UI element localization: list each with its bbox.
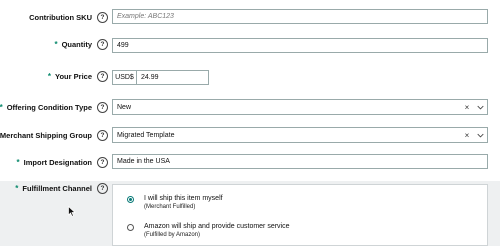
fulfillment-option-amazon[interactable]: Amazon will ship and provide customer se…: [127, 223, 290, 238]
condition-select[interactable]: New ×: [112, 99, 488, 115]
condition-value: New: [117, 103, 132, 111]
fulfillment-option-text: I will ship this item myself (Merchant F…: [144, 195, 223, 210]
sku-placeholder: Example: ABC123: [117, 13, 174, 20]
condition-row: * Offering Condition Type ? New ×: [0, 99, 500, 115]
quantity-input[interactable]: 499: [112, 38, 488, 53]
currency-label: USD$: [113, 71, 137, 84]
clear-icon[interactable]: ×: [461, 131, 473, 140]
chevron-down-icon[interactable]: [473, 133, 487, 138]
import-designation-label-group: * Import Designation ?: [17, 157, 108, 168]
fulfillment-option-subtitle: (Merchant Fulfilled): [144, 204, 196, 210]
import-designation-row: * Import Designation ? Made in the USA: [0, 154, 500, 169]
price-input-group: USD$ 24.99: [112, 70, 209, 85]
radio-selected[interactable]: [127, 196, 134, 203]
sku-label: Contribution SKU: [29, 13, 92, 22]
fulfillment-option-merchant[interactable]: I will ship this item myself (Merchant F…: [127, 195, 223, 210]
price-label-group: * Your Price ?: [48, 71, 108, 82]
shipping-group-label-group: * Merchant Shipping Group ?: [0, 130, 108, 141]
quantity-row: * Quantity ? 499: [0, 38, 500, 53]
fulfillment-option-subtitle: (Fulfilled by Amazon): [144, 232, 201, 238]
required-asterisk: *: [0, 103, 3, 112]
help-icon[interactable]: ?: [97, 130, 108, 141]
shipping-group-select[interactable]: Migrated Template ×: [112, 127, 488, 143]
import-designation-input[interactable]: Made in the USA: [112, 154, 488, 169]
condition-label-group: * Offering Condition Type ?: [0, 102, 108, 113]
required-asterisk: *: [54, 40, 58, 49]
clear-icon[interactable]: ×: [461, 103, 473, 112]
required-asterisk: *: [15, 184, 19, 193]
fulfillment-option-text: Amazon will ship and provide customer se…: [144, 223, 290, 238]
quantity-label: Quantity: [61, 40, 92, 49]
fulfillment-options: I will ship this item myself (Merchant F…: [112, 184, 488, 246]
sku-row: Contribution SKU ? Example: ABC123: [0, 9, 500, 24]
mouse-cursor-icon: [68, 206, 76, 217]
fulfillment-option-title: I will ship this item myself: [144, 195, 223, 202]
required-asterisk: *: [47, 72, 52, 81]
fulfillment-label: Fulfillment Channel: [22, 184, 92, 193]
shipping-group-value: Migrated Template: [117, 131, 175, 139]
help-icon[interactable]: ?: [97, 39, 108, 50]
fulfillment-label-group: * Fulfillment Channel ?: [15, 183, 108, 194]
quantity-label-group: * Quantity ?: [54, 39, 108, 50]
help-icon[interactable]: ?: [97, 157, 108, 168]
help-icon[interactable]: ?: [97, 183, 108, 194]
sku-input[interactable]: Example: ABC123: [112, 9, 488, 24]
offer-form: Contribution SKU ? Example: ABC123 * Qua…: [0, 0, 500, 246]
help-icon[interactable]: ?: [97, 12, 108, 23]
condition-label: Offering Condition Type: [6, 103, 92, 112]
sku-label-group: Contribution SKU ?: [29, 12, 108, 23]
price-label: Your Price: [55, 72, 92, 81]
import-designation-value: Made in the USA: [117, 158, 170, 165]
shipping-group-label: Merchant Shipping Group: [0, 131, 92, 140]
required-asterisk: *: [16, 158, 20, 167]
help-icon[interactable]: ?: [97, 102, 108, 113]
price-input[interactable]: 24.99: [137, 71, 159, 84]
chevron-down-icon[interactable]: [473, 105, 487, 110]
import-designation-label: Import Designation: [23, 158, 92, 167]
quantity-value: 499: [117, 42, 129, 49]
price-row: * Your Price ? USD$ 24.99: [0, 70, 500, 85]
shipping-group-row: * Merchant Shipping Group ? Migrated Tem…: [0, 127, 500, 143]
help-icon[interactable]: ?: [97, 71, 108, 82]
radio-unselected[interactable]: [127, 224, 134, 231]
fulfillment-option-title: Amazon will ship and provide customer se…: [144, 223, 290, 230]
